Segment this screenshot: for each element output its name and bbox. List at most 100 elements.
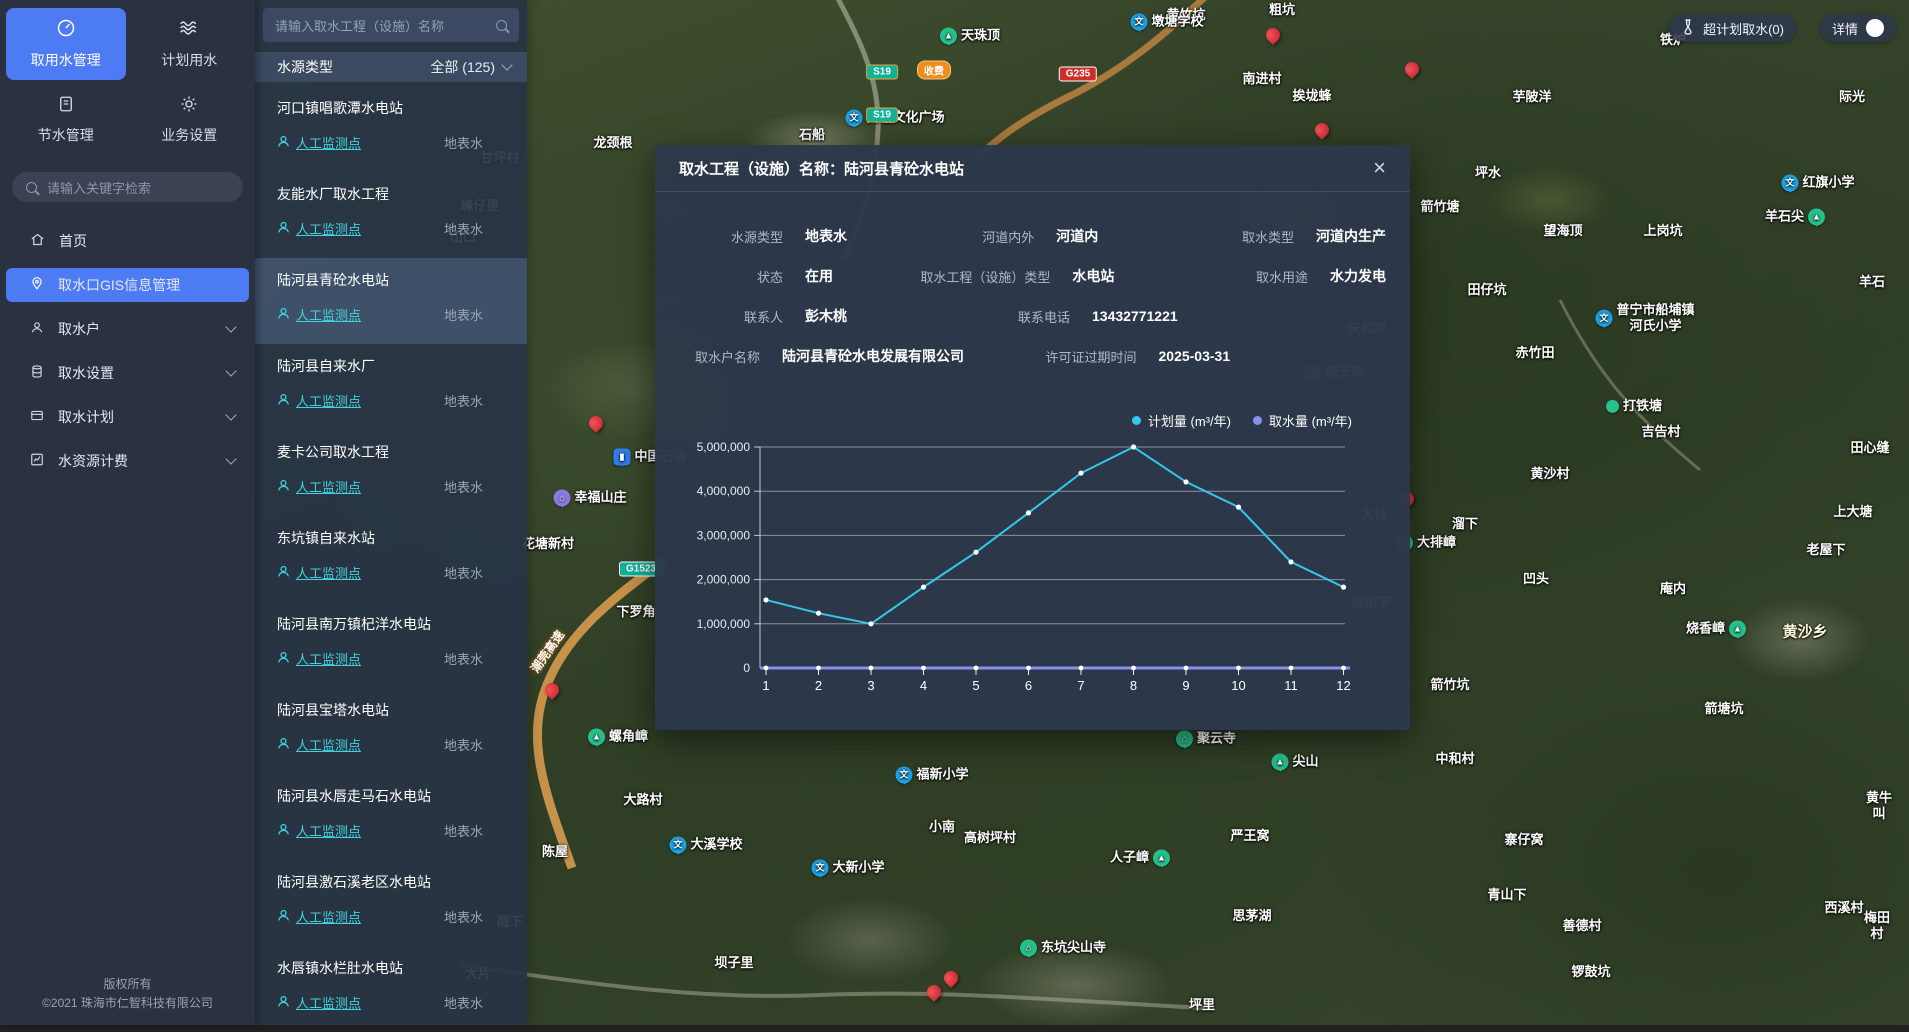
place-name: 望海顶	[1543, 223, 1582, 239]
place-name: 黄牛叫	[1864, 790, 1894, 823]
sidebar-item-1[interactable]: 首页	[6, 224, 249, 258]
list-item[interactable]: 河口镇唱歌潭水电站 人工监测点 地表水	[255, 86, 527, 172]
monitor-type-link[interactable]: 人工监测点	[277, 305, 361, 324]
monitor-type-link[interactable]: 人工监测点	[277, 735, 361, 754]
search-icon[interactable]	[496, 20, 507, 31]
place-name: 锣鼓坑	[1571, 964, 1610, 980]
list-item[interactable]: 陆河县青砼水电站 人工监测点 地表水	[255, 258, 527, 344]
place-name: 小南	[929, 819, 955, 835]
field-value: 彭木桃	[805, 306, 847, 326]
list-item[interactable]: 陆河县南万镇杞洋水电站 人工监测点 地表水	[255, 602, 527, 688]
intake-map-pin[interactable]	[1404, 60, 1420, 82]
place-name: 思茅湖	[1232, 908, 1271, 924]
place-name: 黄沙村	[1530, 466, 1569, 482]
legend-item-actual: 取水量 (m³/年)	[1253, 411, 1352, 430]
list-item[interactable]: 友能水厂取水工程 人工监测点 地表水	[255, 172, 527, 258]
monitor-type-link[interactable]: 人工监测点	[277, 821, 361, 840]
svg-text:3,000,000: 3,000,000	[697, 528, 751, 542]
list-item[interactable]: 陆河县自来水厂 人工监测点 地表水	[255, 344, 527, 430]
detail-toggle-knob[interactable]	[1866, 19, 1884, 37]
intake-name: 麦卡公司取水工程	[277, 442, 513, 462]
intake-map-pin[interactable]	[1314, 121, 1330, 143]
list-item[interactable]: 东坑镇自来水站 人工监测点 地表水	[255, 516, 527, 602]
module-3[interactable]: 节水管理	[6, 84, 126, 156]
monitor-type-link[interactable]: 人工监测点	[277, 133, 361, 152]
over-plan-intake-button[interactable]: 超计划取水(0)	[1669, 14, 1796, 42]
road-badge: S19	[866, 108, 898, 123]
intake-map-pin[interactable]	[544, 681, 560, 703]
close-icon[interactable]: ×	[1373, 157, 1386, 179]
monitor-type-link[interactable]: 人工监测点	[277, 649, 361, 668]
map-label: 上岗坑	[1643, 223, 1682, 239]
map-label: 粗坑	[1269, 2, 1295, 18]
water-source-type: 地表水	[444, 133, 483, 152]
list-item[interactable]: 陆河县激石溪老区水电站 人工监测点 地表水	[255, 860, 527, 946]
sidebar-item-2[interactable]: 取水口GIS信息管理	[6, 268, 249, 302]
filter-value-dropdown[interactable]: 全部 (125)	[430, 57, 511, 77]
map-label: 文大新小学	[811, 860, 884, 877]
sidebar-item-6[interactable]: 水资源计费	[6, 444, 249, 478]
person-icon	[277, 221, 290, 237]
detail-toggle[interactable]: 详情	[1820, 14, 1896, 42]
detail-row: 取水户名称陆河县青砼水电发展有限公司许可证过期时间2025-03-31	[695, 336, 1386, 376]
sidebar-search-input[interactable]: 请输入关键字检索	[12, 172, 243, 202]
module-1[interactable]: 取用水管理	[6, 8, 126, 80]
place-name: 高树坪村	[964, 830, 1016, 846]
field-value: 地表水	[805, 226, 847, 246]
intake-name: 陆河县宝塔水电站	[277, 700, 513, 720]
mount-poi-icon: ▲	[940, 28, 957, 45]
intake-name: 水唇镇水栏肚水电站	[277, 958, 513, 978]
school-poi-icon: 文	[895, 767, 912, 784]
person-icon	[277, 651, 290, 667]
copyright: 版权所有 ©2021 珠海市仁智科技有限公司	[0, 975, 255, 1025]
intake-detail-modal: 取水工程（设施）名称：陆河县青砼水电站 × 水源类型地表水河道内外河道内取水类型…	[655, 145, 1410, 730]
svg-text:9: 9	[1182, 678, 1189, 693]
intake-map-pin[interactable]	[588, 414, 604, 436]
intake-search-input[interactable]: 请输入取水工程（设施）名称	[263, 8, 519, 42]
intake-name: 友能水厂取水工程	[277, 184, 513, 204]
resort-poi-icon: ⌂	[553, 490, 570, 507]
map-label: 严王窝	[1230, 828, 1269, 844]
intake-map-pin[interactable]	[943, 969, 959, 991]
intake-map-pin[interactable]	[926, 983, 942, 1005]
monitor-type-link[interactable]: 人工监测点	[277, 907, 361, 926]
map-label: ▲尖山	[1271, 754, 1318, 771]
waves-icon	[178, 18, 200, 41]
field-label: 联系电话	[950, 307, 1070, 326]
water-source-type: 地表水	[444, 477, 483, 496]
place-name: 羊石	[1859, 274, 1885, 290]
module-4[interactable]: 业务设置	[130, 84, 250, 156]
sidebar-item-4[interactable]: 取水设置	[6, 356, 249, 390]
map-label: 箭竹坑	[1430, 677, 1469, 693]
nav-label: 取水计划	[58, 407, 114, 427]
intake-map-pin[interactable]	[1265, 26, 1281, 48]
over-plan-intake-label: 超计划取水(0)	[1703, 19, 1784, 38]
flask-icon	[1681, 19, 1695, 38]
place-name: 陈屋	[542, 844, 568, 860]
map-label: 羊石尖▲	[1765, 209, 1825, 226]
map-label: 文红旗小学	[1781, 175, 1854, 192]
monitor-type-link[interactable]: 人工监测点	[277, 219, 361, 238]
svg-text:3: 3	[867, 678, 874, 693]
sidebar: 取用水管理计划用水节水管理业务设置 请输入关键字检索 首页取水口GIS信息管理取…	[0, 0, 255, 1025]
list-item[interactable]: 麦卡公司取水工程 人工监测点 地表水	[255, 430, 527, 516]
sidebar-item-3[interactable]: 取水户	[6, 312, 249, 346]
place-name: 天珠顶	[961, 28, 1000, 44]
intake-name: 陆河县青砼水电站	[277, 270, 513, 290]
detail-field: 水源类型地表水	[695, 226, 914, 246]
list-item[interactable]: 陆河县宝塔水电站 人工监测点 地表水	[255, 688, 527, 774]
place-name: 大排嶂	[1417, 535, 1456, 551]
place-name: 善德村	[1562, 918, 1601, 934]
intake-search-placeholder: 请输入取水工程（设施）名称	[275, 16, 444, 35]
module-2[interactable]: 计划用水	[130, 8, 250, 80]
list-item[interactable]: 陆河县水唇走马石水电站 人工监测点 地表水	[255, 774, 527, 860]
sidebar-item-5[interactable]: 取水计划	[6, 400, 249, 434]
chart-legend: 计划量 (m³/年) 取水量 (m³/年)	[1132, 411, 1352, 430]
map-label: 寨仔窝	[1504, 832, 1543, 848]
monitor-type-link[interactable]: 人工监测点	[277, 993, 361, 1012]
list-item[interactable]: 水唇镇水栏肚水电站 人工监测点 地表水	[255, 946, 527, 1032]
monitor-type-link[interactable]: 人工监测点	[277, 563, 361, 582]
monitor-type-link[interactable]: 人工监测点	[277, 477, 361, 496]
monitor-type-link[interactable]: 人工监测点	[277, 391, 361, 410]
person-icon	[277, 909, 290, 925]
